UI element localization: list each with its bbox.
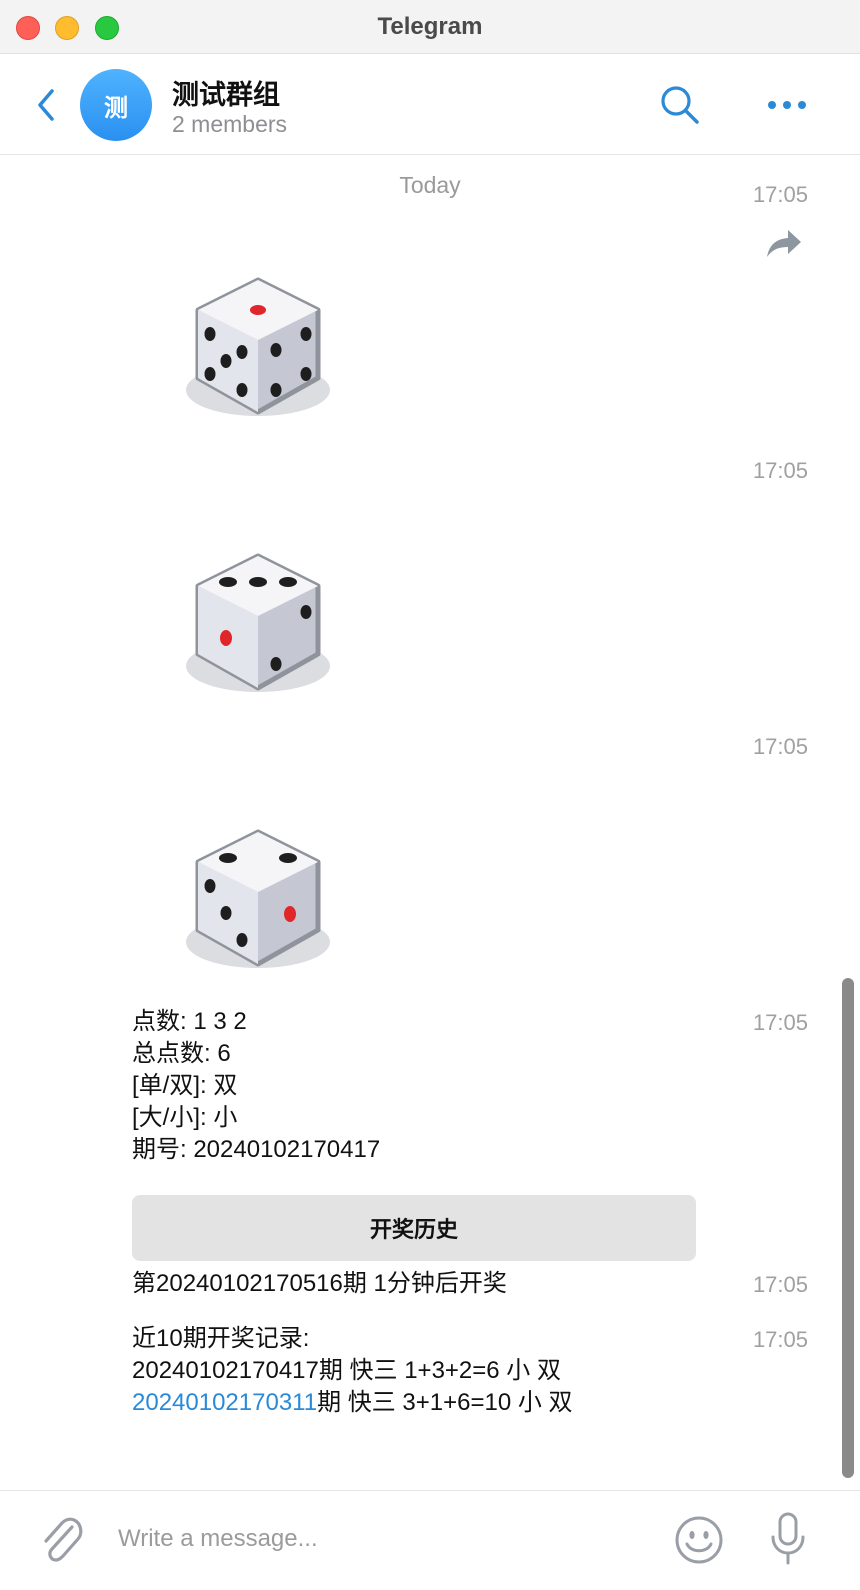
date-separator: Today <box>399 172 461 198</box>
search-icon <box>661 86 699 124</box>
message-time: 17:05 <box>752 458 808 483</box>
period-link[interactable]: 20240102170311 <box>132 1389 317 1416</box>
message-input[interactable] <box>118 1517 638 1561</box>
dice-message[interactable] <box>180 822 340 982</box>
attach-button[interactable] <box>38 1513 84 1565</box>
dice-icon <box>186 829 330 968</box>
microphone-icon <box>771 1512 805 1565</box>
message-time: 17:05 <box>752 1272 808 1297</box>
title-bar: Telegram <box>0 0 860 54</box>
forward-arrow-icon <box>767 230 801 257</box>
smile-icon <box>675 1516 723 1564</box>
more-horizontal-icon <box>768 101 806 109</box>
history-row: 20240102170417期 快三 1+3+2=6 小 双 <box>132 1357 561 1384</box>
message-text: 第20240102170516期 1分钟后开奖 <box>132 1270 507 1297</box>
draw-history-button[interactable]: 开奖历史 <box>132 1195 696 1261</box>
dice-icon <box>186 553 330 692</box>
chevron-left-icon <box>38 89 54 121</box>
voice-message-button[interactable] <box>768 1511 808 1567</box>
emoji-button[interactable] <box>674 1515 724 1565</box>
dice-icon <box>186 277 330 416</box>
more-options-button[interactable] <box>766 93 810 117</box>
message-list[interactable]: Today 17:05 17:05 17:05 17:05 点数: 1 3 2 … <box>0 156 860 1490</box>
dice-message[interactable] <box>180 270 340 430</box>
result-message: 点数: 1 3 2 总点数: 6 [单/双]: 双 [大/小]: 小 期号: 2… <box>132 1006 380 1166</box>
history-row: 20240102170311期 快三 3+1+6=10 小 双 <box>132 1387 573 1419</box>
dice-message[interactable] <box>180 546 340 706</box>
scrollbar[interactable] <box>842 978 854 1478</box>
message-time: 17:05 <box>752 1010 808 1035</box>
message-composer <box>0 1490 860 1590</box>
message-time: 17:05 <box>752 1327 808 1352</box>
message-time: 17:05 <box>752 734 808 759</box>
result-line: 总点数: 6 <box>132 1040 231 1067</box>
forward-button[interactable] <box>764 226 804 260</box>
chat-avatar[interactable]: 测 <box>80 69 152 141</box>
message-time: 17:05 <box>752 182 808 207</box>
next-draw-message: 第20240102170516期 1分钟后开奖 <box>132 1268 507 1300</box>
chat-header: 测 测试群组 2 members <box>0 55 860 155</box>
window-title: Telegram <box>377 13 483 40</box>
back-button[interactable] <box>30 85 64 125</box>
result-line: [大/小]: 小 <box>132 1104 238 1131</box>
history-heading: 近10期开奖记录: <box>132 1325 310 1352</box>
history-message: 近10期开奖记录: 20240102170417期 快三 1+3+2=6 小 双… <box>132 1323 573 1419</box>
history-row-text: 期 快三 3+1+6=10 小 双 <box>317 1389 573 1416</box>
chat-member-count: 2 members <box>172 111 288 137</box>
search-button[interactable] <box>658 83 702 127</box>
chat-title[interactable]: 测试群组 <box>172 73 280 112</box>
result-line: 点数: 1 3 2 <box>132 1008 247 1035</box>
paperclip-icon <box>44 1517 83 1562</box>
telegram-window: Telegram 测 测试群组 2 members Today 17:05 17… <box>0 0 860 1590</box>
result-line: [单/双]: 双 <box>132 1072 238 1099</box>
result-line: 期号: 20240102170417 <box>132 1136 381 1163</box>
